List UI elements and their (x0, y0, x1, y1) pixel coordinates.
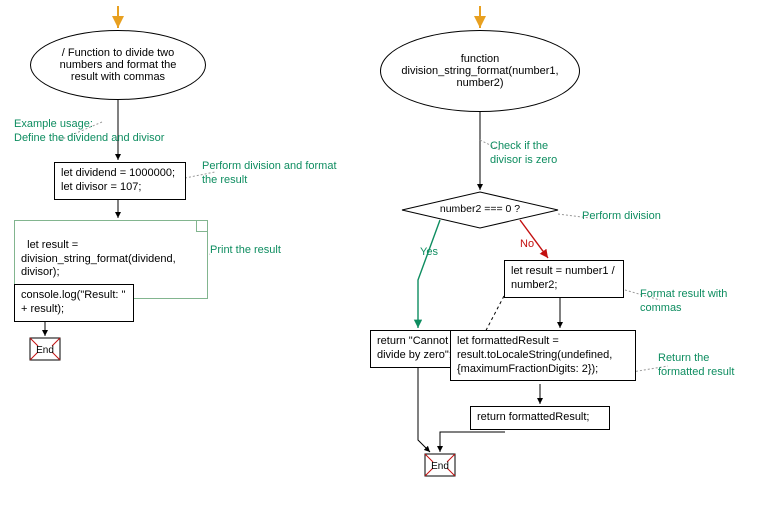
branch-no-label: No (520, 238, 534, 250)
end-right: End (425, 454, 455, 478)
vars-box: let dividend = 1000000; let divisor = 10… (54, 162, 186, 200)
start-text-left: / Function to divide two numbers and for… (45, 47, 191, 83)
start-ellipse-left: / Function to divide two numbers and for… (30, 30, 206, 100)
annotation-perform-right: Perform division (582, 210, 661, 224)
annotation-return-formatted: Return the formatted result (658, 352, 754, 380)
return-formatted-box: return formattedResult; (470, 406, 610, 430)
end-left: End (30, 338, 60, 362)
end-left-text: End (36, 345, 54, 356)
annotation-perform-left: Perform division and format the result (202, 160, 352, 188)
annotation-check-divisor: Check if the divisor is zero (490, 140, 580, 168)
branch-yes-label: Yes (420, 246, 438, 258)
end-right-text: End (431, 461, 449, 472)
annotation-example-usage: Example usage: Define the dividend and d… (14, 118, 164, 146)
annotation-print: Print the result (210, 244, 281, 258)
call-text: let result = division_string_format(divi… (21, 239, 179, 279)
format-box: let formattedResult = result.toLocaleStr… (450, 330, 636, 381)
calc-box: let result = number1 / number2; (504, 260, 624, 298)
log-box: console.log("Result: " + result); (14, 284, 134, 322)
func-text: function division_string_format(number1,… (395, 53, 565, 89)
return-zero-text: return "Cannot divide by zero"; (377, 335, 452, 361)
decision-text: number2 === 0 ? (430, 203, 530, 215)
annotation-format-result: Format result with commas (640, 288, 750, 316)
start-ellipse-right: function division_string_format(number1,… (380, 30, 580, 112)
